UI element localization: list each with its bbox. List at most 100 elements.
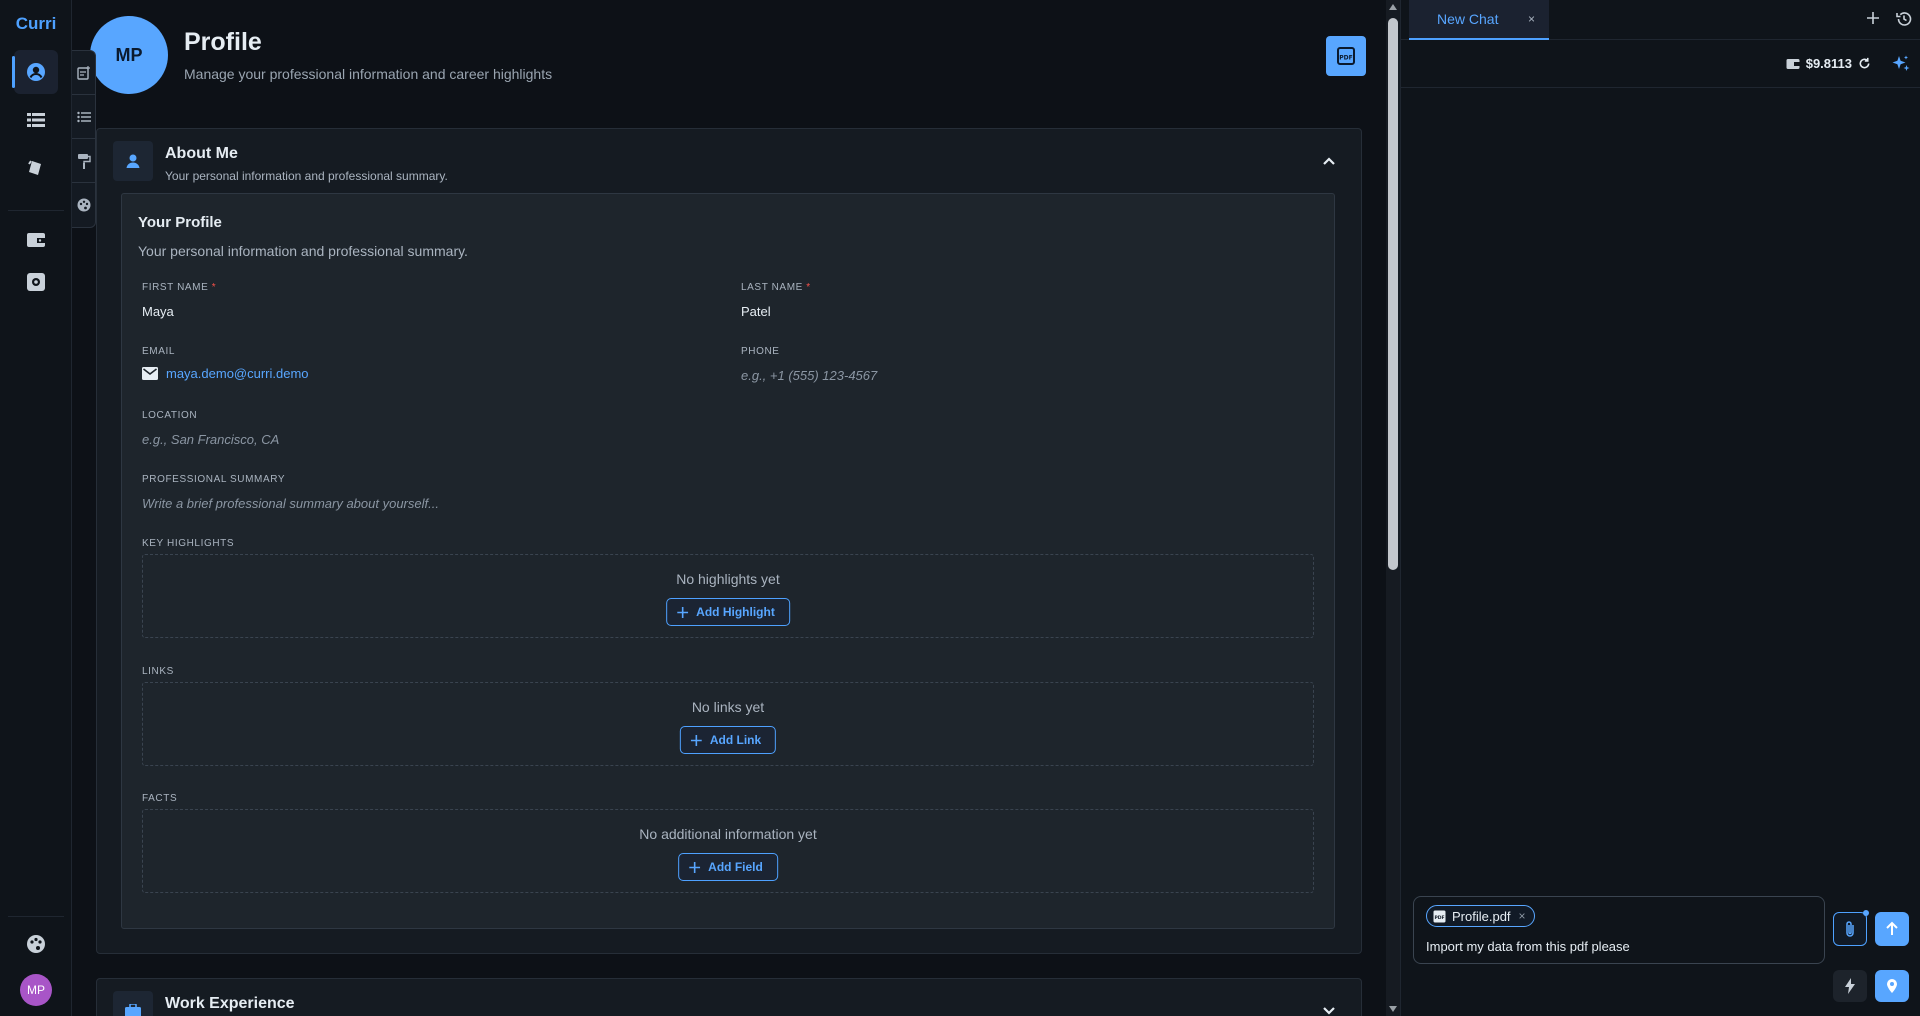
palette-icon[interactable] (72, 183, 96, 227)
expand-chevron-down-icon[interactable] (1319, 1001, 1339, 1016)
page-title: Profile (184, 28, 262, 56)
remove-attachment-icon[interactable]: × (1519, 909, 1526, 923)
links-empty-text: No links yet (691, 699, 765, 715)
paint-roller-icon[interactable] (72, 139, 96, 183)
about-me-header[interactable]: About Me Your personal information and p… (97, 129, 1361, 193)
email-field[interactable]: maya.demo@curri.demo (142, 366, 309, 381)
sidebar-item-tags[interactable] (14, 146, 58, 190)
about-me-section: About Me Your personal information and p… (96, 128, 1362, 954)
lightning-icon (1845, 978, 1855, 994)
briefcase-icon (113, 991, 153, 1016)
your-profile-subtitle: Your personal information and profession… (138, 243, 468, 259)
links-box: No links yet Add Link (142, 682, 1314, 766)
location-pin-button[interactable] (1875, 970, 1909, 1002)
highlights-empty-text: No highlights yet (676, 571, 780, 587)
about-me-subtitle: Your personal information and profession… (165, 169, 448, 183)
arrow-up-icon (1886, 921, 1898, 935)
summary-input[interactable]: Write a brief professional summary about… (142, 496, 439, 511)
chat-panel: New Chat × $9.8113 PDF Profile.pdf × Imp… (1400, 0, 1920, 1016)
profile-avatar: MP (90, 16, 168, 94)
person-icon (113, 141, 153, 181)
first-name-field[interactable]: Maya (142, 304, 174, 319)
refresh-icon[interactable] (1858, 57, 1871, 70)
phone-label: PHONE (741, 346, 780, 357)
attachment-chip[interactable]: PDF Profile.pdf × (1426, 905, 1535, 927)
work-experience-title: Work Experience (165, 995, 295, 1012)
user-avatar[interactable]: MP (20, 974, 52, 1006)
quick-action-button[interactable] (1833, 970, 1867, 1002)
tab-close-icon[interactable]: × (1528, 12, 1535, 26)
add-link-button[interactable]: Add Link (679, 726, 777, 754)
page-subtitle: Manage your professional information and… (184, 66, 553, 82)
your-profile-title: Your Profile (138, 214, 222, 231)
history-icon[interactable] (1895, 10, 1913, 28)
about-me-title: About Me (165, 145, 238, 162)
sidebar-item-wallet[interactable] (14, 218, 58, 262)
last-name-field[interactable]: Patel (741, 304, 771, 319)
svg-text:PDF: PDF (1434, 915, 1444, 921)
paperclip-icon (1846, 921, 1854, 937)
main-scrollbar[interactable] (1386, 0, 1400, 1016)
settings-box-icon (27, 273, 45, 291)
sidebar-divider (8, 210, 64, 211)
chat-tab-actions (1865, 10, 1913, 28)
last-name-label: LAST NAME * (741, 282, 811, 293)
new-chat-plus-icon[interactable] (1865, 10, 1881, 26)
pdf-file-icon: PDF (1433, 910, 1446, 922)
work-experience-header[interactable]: Work Experience (97, 979, 1361, 1016)
sidebar-divider (8, 916, 64, 917)
scroll-up-arrow-icon[interactable] (1389, 4, 1397, 10)
links-label: LINKS (142, 666, 174, 677)
phone-input[interactable]: e.g., +1 (555) 123-4567 (741, 368, 877, 383)
main-content: MP Profile Manage your professional info… (72, 0, 1386, 1016)
pdf-icon: PDF (1337, 47, 1355, 65)
svg-text:PDF: PDF (1339, 55, 1352, 62)
first-name-label: FIRST NAME * (142, 282, 217, 293)
pin-icon (1887, 979, 1897, 993)
message-input[interactable]: Import my data from this pdf please (1426, 939, 1630, 954)
attach-file-button[interactable] (1833, 910, 1869, 946)
chat-tabs: New Chat × (1401, 0, 1920, 40)
summary-label: PROFESSIONAL SUMMARY (142, 474, 286, 485)
location-input[interactable]: e.g., San Francisco, CA (142, 432, 279, 447)
tab-label: New Chat (1437, 11, 1499, 27)
sidebar-item-profile[interactable] (12, 50, 58, 94)
attachment-indicator-dot (1863, 910, 1869, 916)
facts-label: FACTS (142, 793, 178, 804)
add-highlight-button[interactable]: Add Highlight (666, 598, 790, 626)
sidebar-item-list[interactable] (14, 98, 58, 142)
add-field-button[interactable]: Add Field (678, 853, 778, 881)
tool-strip (72, 50, 96, 228)
balance-display: $9.8113 (1786, 56, 1871, 71)
add-note-icon[interactable] (72, 51, 96, 95)
highlights-box: No highlights yet Add Highlight (142, 554, 1314, 638)
sidebar: Curri MP (0, 0, 72, 1016)
highlights-label: KEY HIGHLIGHTS (142, 538, 235, 549)
tags-icon (28, 160, 41, 175)
app-root: Curri MP MP Profile Manage your professi… (0, 0, 1920, 1016)
your-profile-panel: Your Profile Your personal information a… (121, 193, 1335, 929)
facts-empty-text: No additional information yet (639, 826, 817, 842)
facts-box: No additional information yet Add Field (142, 809, 1314, 893)
scroll-down-arrow-icon[interactable] (1389, 1006, 1397, 1012)
list-icon (27, 113, 45, 127)
user-circle-icon (27, 63, 45, 81)
balance-amount: $9.8113 (1805, 56, 1852, 71)
plus-icon (677, 606, 689, 618)
wallet-icon (1786, 58, 1800, 69)
brand-logo[interactable]: Curri (0, 14, 72, 34)
work-experience-section: Work Experience (96, 978, 1362, 1016)
sidebar-item-theme[interactable] (14, 922, 58, 966)
bulleted-list-icon[interactable] (72, 95, 96, 139)
scrollbar-thumb[interactable] (1388, 18, 1398, 570)
sidebar-item-settings[interactable] (14, 260, 58, 304)
email-label: EMAIL (142, 346, 176, 357)
ai-sparkle-icon[interactable] (1891, 54, 1911, 79)
wallet-icon (27, 233, 45, 247)
chat-composer[interactable]: PDF Profile.pdf × Import my data from th… (1413, 896, 1825, 964)
export-pdf-button[interactable]: PDF (1326, 36, 1366, 76)
collapse-chevron-up-icon[interactable] (1319, 151, 1339, 171)
tab-new-chat[interactable]: New Chat × (1409, 0, 1549, 40)
send-button[interactable] (1875, 912, 1909, 946)
plus-icon (690, 734, 702, 746)
